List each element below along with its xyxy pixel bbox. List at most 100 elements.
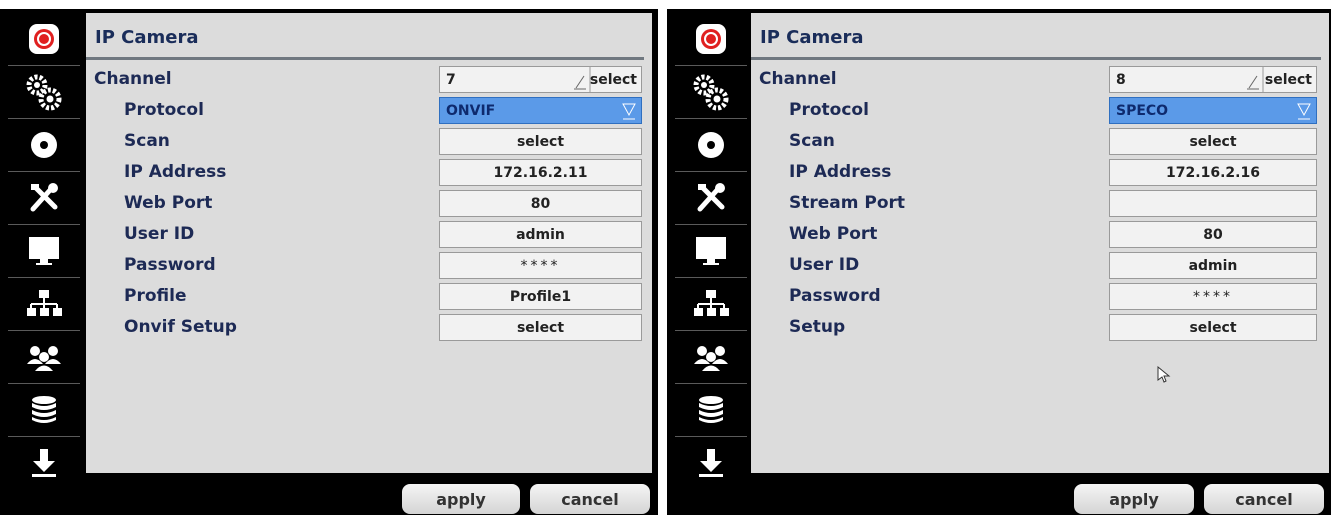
channel-value: 7 <box>446 72 456 88</box>
scan-button[interactable]: select <box>439 128 642 155</box>
user-id-field[interactable]: admin <box>439 221 642 248</box>
sidebar-item-users[interactable] <box>675 331 747 384</box>
stream-port-field[interactable] <box>1109 190 1317 217</box>
web-port-field[interactable]: 80 <box>439 190 642 217</box>
network-icon <box>27 290 62 316</box>
password-row: Password **** <box>751 281 1319 312</box>
web-port-row: Web Port 80 <box>751 219 1319 250</box>
ip-camera-panel-left: IP Camera Channel 7 select Protocol ONVI… <box>0 9 658 515</box>
channel-field[interactable]: 7 select <box>439 66 642 93</box>
channel-label: Channel <box>94 69 172 89</box>
ip-address-label: IP Address <box>124 162 227 182</box>
sidebar-item-download[interactable] <box>8 437 80 489</box>
stream-port-label: Stream Port <box>789 193 906 213</box>
sidebar-item-storage[interactable] <box>675 384 747 437</box>
sidebar-item-network[interactable] <box>675 278 747 331</box>
password-label: Password <box>124 255 216 275</box>
ip-camera-panel-right: IP Camera Channel 8 select Protocol SPEC… <box>667 9 1331 515</box>
channel-field[interactable]: 8 select <box>1109 66 1317 93</box>
record-icon <box>696 24 726 54</box>
profile-field[interactable]: Profile1 <box>439 283 642 310</box>
tools-icon <box>30 183 58 212</box>
user-id-label: User ID <box>124 224 195 244</box>
password-label: Password <box>789 286 881 306</box>
sidebar-menu <box>8 13 80 483</box>
ip-address-row: IP Address 172.16.2.11 <box>86 157 642 188</box>
profile-row: Profile Profile1 <box>86 281 642 312</box>
user-id-row: User ID admin <box>751 250 1319 281</box>
channel-label: Channel <box>759 69 837 89</box>
network-icon <box>694 290 729 316</box>
protocol-value: ONVIF <box>446 103 496 119</box>
scan-row: Scan select <box>86 126 642 157</box>
sidebar-item-network[interactable] <box>8 278 80 331</box>
channel-select-button[interactable]: select <box>590 72 637 88</box>
sidebar-item-tools[interactable] <box>675 172 747 225</box>
protocol-label: Protocol <box>789 100 869 120</box>
tools-icon <box>697 183 725 212</box>
apply-button[interactable]: apply <box>402 484 520 514</box>
settings-content: IP Camera Channel 8 select Protocol SPEC… <box>751 13 1329 473</box>
sidebar-item-settings[interactable] <box>675 66 747 119</box>
users-icon <box>694 346 728 371</box>
password-row: Password **** <box>86 250 642 281</box>
cancel-button[interactable]: cancel <box>1204 484 1324 514</box>
sidebar-item-disc[interactable] <box>8 119 80 172</box>
scan-button[interactable]: select <box>1109 128 1317 155</box>
sidebar-item-display[interactable] <box>8 225 80 278</box>
user-id-label: User ID <box>789 255 860 275</box>
setup-label: Setup <box>789 317 846 337</box>
channel-select-button[interactable]: select <box>1265 72 1312 88</box>
onvif-setup-label: Onvif Setup <box>124 317 237 337</box>
sidebar-item-tools[interactable] <box>8 172 80 225</box>
download-icon <box>32 449 56 477</box>
sidebar-item-download[interactable] <box>675 437 747 489</box>
scan-label: Scan <box>789 131 835 151</box>
database-icon <box>699 396 723 423</box>
page-title: IP Camera <box>760 27 864 48</box>
user-id-field[interactable]: admin <box>1109 252 1317 279</box>
page-title: IP Camera <box>95 27 199 48</box>
gears-icon <box>26 74 62 111</box>
sidebar-item-settings[interactable] <box>8 66 80 119</box>
ip-address-field[interactable]: 172.16.2.16 <box>1109 159 1317 186</box>
protocol-dropdown[interactable]: SPECO <box>1109 97 1317 124</box>
ip-address-field[interactable]: 172.16.2.11 <box>439 159 642 186</box>
monitor-icon <box>29 237 59 265</box>
apply-button[interactable]: apply <box>1074 484 1194 514</box>
stream-port-row: Stream Port <box>751 188 1319 219</box>
ip-address-label: IP Address <box>789 162 892 182</box>
password-field[interactable]: **** <box>1109 283 1317 310</box>
cancel-button[interactable]: cancel <box>530 484 650 514</box>
channel-row: Channel 8 select <box>751 64 1319 95</box>
sidebar-menu <box>675 13 747 483</box>
users-icon <box>27 346 61 371</box>
sidebar-item-disc[interactable] <box>675 119 747 172</box>
disc-icon <box>698 132 724 158</box>
sidebar-item-display[interactable] <box>675 225 747 278</box>
web-port-label: Web Port <box>124 193 213 213</box>
web-port-field[interactable]: 80 <box>1109 221 1317 248</box>
protocol-dropdown[interactable]: ONVIF <box>439 97 642 124</box>
password-field[interactable]: **** <box>439 252 642 279</box>
setup-row: Setup select <box>751 312 1319 343</box>
user-id-row: User ID admin <box>86 219 642 250</box>
sidebar-item-record[interactable] <box>675 13 747 66</box>
download-icon <box>699 449 723 477</box>
setup-button[interactable]: select <box>1109 314 1317 341</box>
title-divider <box>86 57 644 60</box>
sidebar-item-record[interactable] <box>8 13 80 66</box>
onvif-setup-row: Onvif Setup select <box>86 312 642 343</box>
sidebar-item-storage[interactable] <box>8 384 80 437</box>
disc-icon <box>31 132 57 158</box>
scan-row: Scan select <box>751 126 1319 157</box>
onvif-setup-button[interactable]: select <box>439 314 642 341</box>
record-icon <box>29 24 59 54</box>
gears-icon <box>693 74 729 111</box>
sidebar-item-users[interactable] <box>8 331 80 384</box>
web-port-label: Web Port <box>789 224 878 244</box>
dropdown-arrow-icon <box>622 103 636 120</box>
ip-address-row: IP Address 172.16.2.16 <box>751 157 1319 188</box>
web-port-row: Web Port 80 <box>86 188 642 219</box>
title-divider <box>751 57 1321 60</box>
